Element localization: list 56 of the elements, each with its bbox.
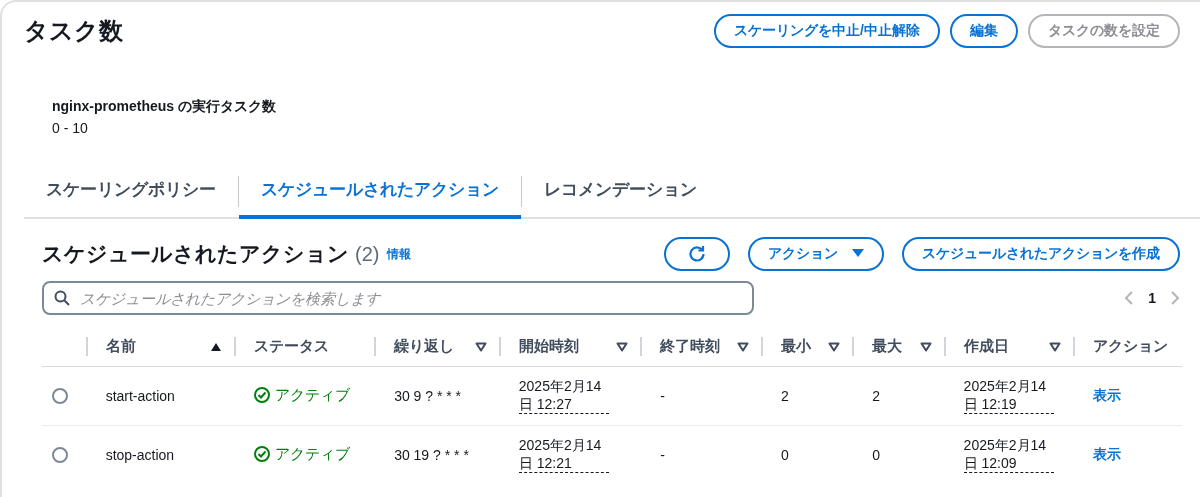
actions-dropdown[interactable]: アクション [748, 237, 884, 271]
tab[interactable]: スケジュールされたアクション [239, 168, 521, 219]
caret-icon [852, 248, 864, 258]
column-header[interactable]: ステータス [253, 337, 329, 356]
sort-icon[interactable] [1049, 341, 1062, 352]
detail-value: 0 - 10 [52, 120, 89, 136]
column-header[interactable]: 繰り返し [394, 337, 455, 356]
start-time-cell: 2025年2月14日 12:27 [518, 378, 609, 414]
column-header[interactable]: 名前 [105, 337, 136, 356]
view-link[interactable]: 表示 [1093, 387, 1122, 403]
view-link[interactable]: 表示 [1093, 446, 1122, 462]
tab[interactable]: レコメンデーション [522, 168, 719, 219]
end-time-cell: - [660, 388, 665, 404]
action-button[interactable]: スケーリングを中止/中止解除 [714, 14, 940, 48]
column-header[interactable]: 終了時刻 [660, 337, 721, 356]
column-header[interactable]: 開始時刻 [518, 337, 579, 356]
sort-icon[interactable] [736, 341, 749, 352]
min-cell: 0 [780, 447, 789, 463]
row-radio[interactable] [52, 447, 68, 463]
column-header[interactable]: 最小 [780, 337, 811, 356]
start-time-cell: 2025年2月14日 12:21 [518, 437, 609, 473]
column-header[interactable]: 作成日 [963, 337, 1009, 356]
check-circle-icon [253, 446, 270, 463]
row-radio[interactable] [52, 388, 68, 404]
sort-ascending-icon[interactable] [209, 341, 222, 352]
check-circle-icon [253, 387, 270, 404]
max-cell: 0 [872, 447, 881, 463]
sort-icon[interactable] [474, 341, 487, 352]
sort-icon[interactable] [828, 341, 841, 352]
page-number[interactable]: 1 [1148, 290, 1156, 306]
status-cell: アクティブ [253, 444, 350, 464]
name-cell: stop-action [105, 447, 175, 463]
action-button[interactable]: 編集 [950, 14, 1018, 48]
column-header[interactable]: アクション [1093, 337, 1169, 356]
section-title: スケジュールされたアクション [42, 241, 349, 267]
panel-title: タスク数 [24, 16, 123, 46]
max-cell: 2 [872, 388, 881, 404]
sort-icon[interactable] [616, 341, 629, 352]
min-cell: 2 [780, 388, 789, 404]
detail-label: nginx-prometheus の実行タスク数 [52, 98, 277, 116]
created-date-cell: 2025年2月14日 12:19 [963, 378, 1054, 414]
end-time-cell: - [660, 447, 665, 463]
sort-icon[interactable] [919, 341, 932, 352]
name-cell: start-action [105, 388, 175, 404]
info-link[interactable]: 情報 [387, 245, 412, 263]
refresh-button[interactable] [664, 237, 731, 271]
column-header[interactable]: 最大 [872, 337, 903, 356]
create-button[interactable]: スケジュールされたアクションを作成 [902, 237, 1180, 271]
tab[interactable]: スケーリングポリシー [24, 168, 238, 219]
item-count: (2) [355, 242, 380, 266]
refresh-icon [688, 245, 707, 263]
created-date-cell: 2025年2月14日 12:09 [963, 437, 1054, 473]
search-field[interactable]: スケジュールされたアクションを検索します [42, 281, 754, 315]
repeat-cell: 30 19 ? * * * [394, 447, 469, 463]
status-cell: アクティブ [253, 385, 350, 405]
repeat-cell: 30 9 ? * * * [394, 388, 462, 404]
